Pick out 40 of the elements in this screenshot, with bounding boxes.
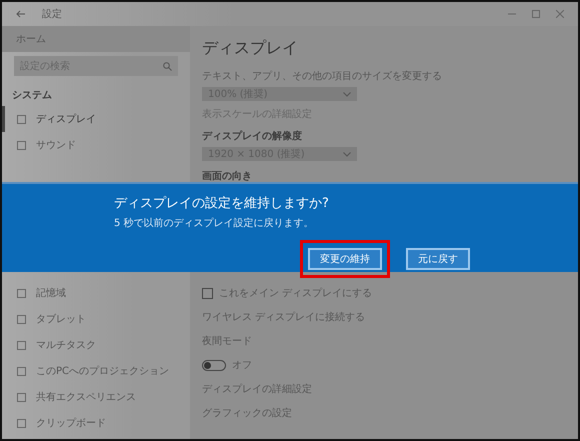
sidebar-item[interactable]: ディスプレイ	[2, 106, 190, 132]
back-arrow-icon[interactable]	[16, 10, 26, 18]
sidebar-item[interactable]: 共有エクスペリエンス	[2, 384, 190, 410]
toggle-switch[interactable]	[202, 360, 226, 370]
dialog-button[interactable]: 変更の維持	[308, 248, 382, 270]
chevron-icon	[343, 92, 351, 96]
close-icon[interactable]	[556, 10, 564, 18]
setting-text: ワイヤレス ディスプレイに接続する	[202, 310, 366, 324]
dialog-title: ディスプレイの設定を維持しますか?	[114, 195, 330, 212]
square-icon	[17, 366, 26, 376]
page-title: ディスプレイ	[202, 38, 298, 59]
checkbox-label: これをメイン ディスプレイにする	[219, 286, 372, 300]
chevron-icon	[343, 152, 351, 156]
sidebar-item[interactable]: マルチタスク	[2, 332, 190, 358]
window-title: 設定	[42, 8, 62, 21]
sidebar-item[interactable]: タブレット	[2, 306, 190, 332]
dialog-button[interactable]: 元に戻す	[406, 248, 470, 270]
dialog-message: 5 秒で以前のディスプレイ設定に戻ります。	[114, 216, 315, 230]
search-icon	[163, 62, 172, 70]
square-icon	[17, 140, 26, 150]
square-icon	[17, 340, 26, 350]
square-icon	[17, 288, 26, 298]
checkbox[interactable]	[202, 288, 213, 298]
maximize-icon[interactable]	[532, 10, 540, 18]
sidebar-item[interactable]: サウンド	[2, 132, 190, 158]
sidebar-item[interactable]: このPCへのプロジェクション	[2, 358, 190, 384]
square-icon	[17, 314, 26, 324]
sidebar-item[interactable]: クリップボード	[2, 410, 190, 436]
toggle-state: オフ	[232, 359, 252, 372]
square-icon	[17, 418, 26, 428]
setting-heading: 画面の向き	[202, 170, 252, 183]
setting-text: 夜間モード	[202, 334, 252, 348]
sidebar-item[interactable]: 記憶域	[2, 280, 190, 306]
square-icon	[17, 114, 26, 124]
section-heading: システム	[11, 89, 53, 103]
setting-text: テキスト、アプリ、その他の項目のサイズを変更する	[202, 70, 442, 83]
setting-text: グラフィックの設定	[202, 406, 292, 420]
setting-heading: ディスプレイの解像度	[202, 129, 302, 143]
square-icon	[17, 392, 26, 402]
setting-text: ディスプレイの詳細設定	[202, 382, 312, 396]
